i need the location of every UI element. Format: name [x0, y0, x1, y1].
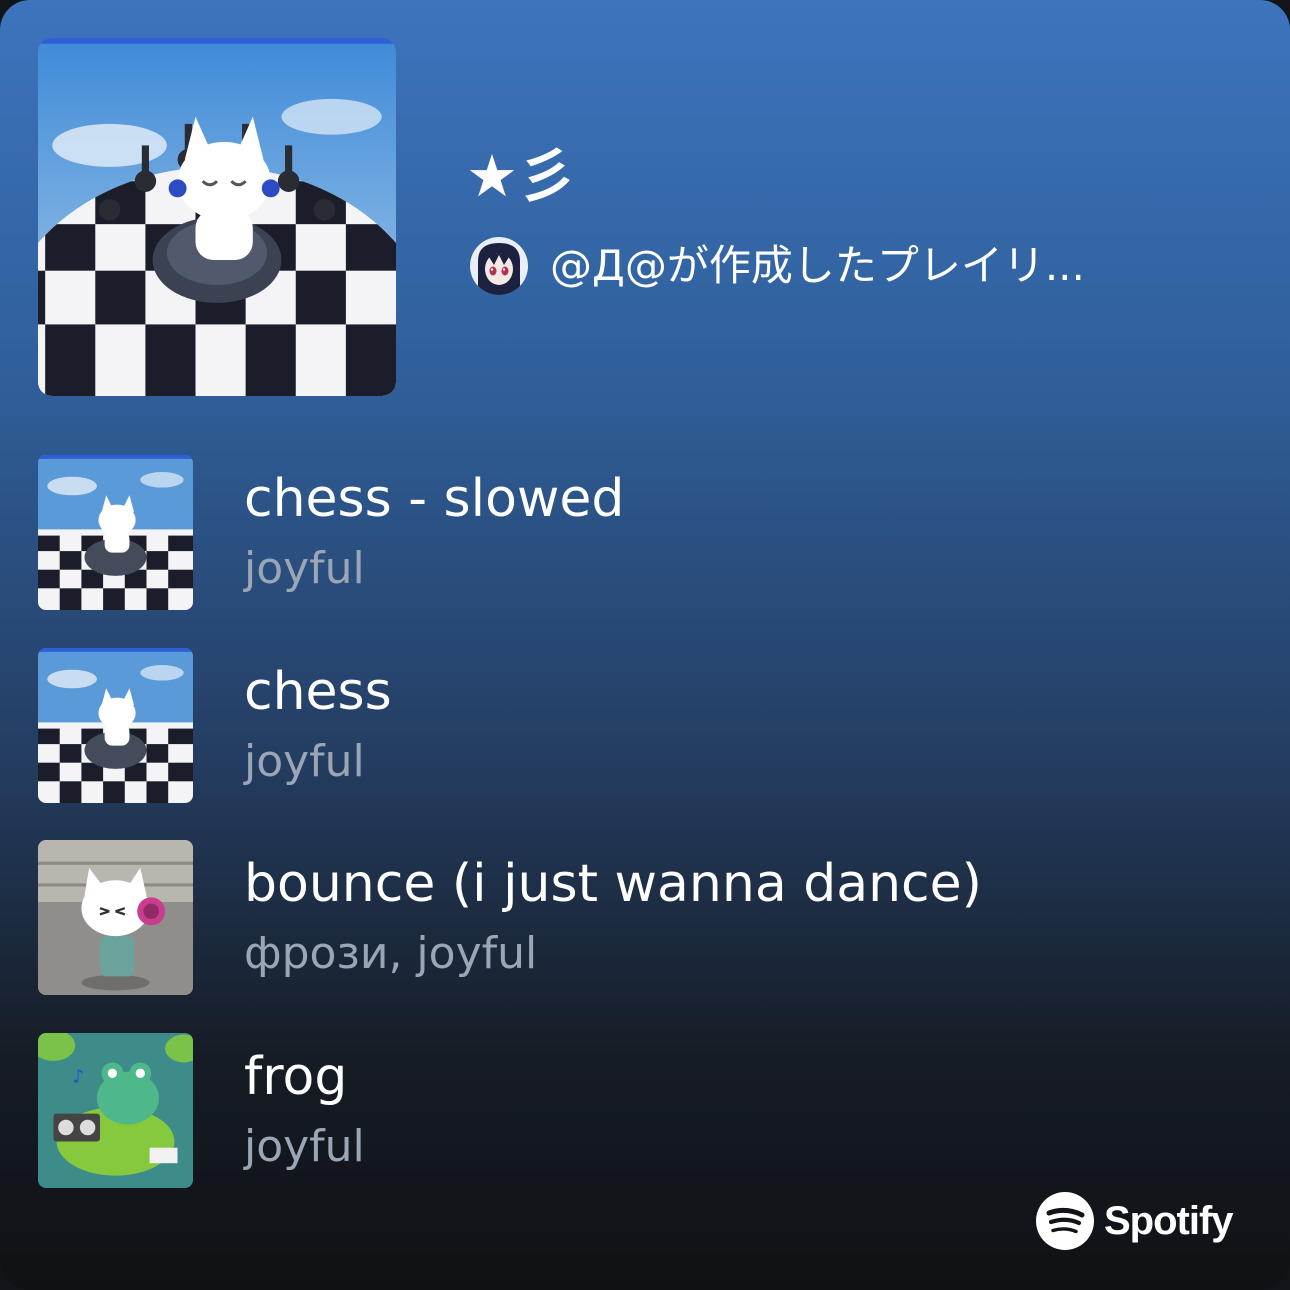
- spotify-wordmark: Spotify: [1104, 1198, 1234, 1243]
- creator-caption: @Д@が作成したプレイリ...: [550, 241, 1085, 290]
- track-title: chess: [244, 662, 392, 722]
- track-row[interactable]: bounce (i just wanna dance) фрози, joyfu…: [38, 840, 1038, 996]
- creator-row[interactable]: @Д@が作成したプレイリ...: [470, 236, 1085, 296]
- svg-text:♪: ♪: [72, 1067, 84, 1088]
- playlist-title: ★彡: [466, 142, 576, 210]
- album-art-chess: [38, 648, 193, 803]
- share-card: ★彡 @Д@が作成したプレイリ... chess - slowed joyful…: [0, 0, 1290, 1290]
- track-row[interactable]: chess joyful: [38, 648, 1038, 804]
- creator-avatar[interactable]: [470, 237, 528, 295]
- album-art-bounce: [38, 840, 193, 995]
- track-artist: joyful: [244, 543, 365, 594]
- track-artist: joyful: [244, 736, 365, 787]
- album-art-frog: ♪: [38, 1033, 193, 1188]
- spotify-brand[interactable]: Spotify: [1036, 1192, 1234, 1250]
- track-title: frog: [244, 1047, 348, 1107]
- track-title: bounce (i just wanna dance): [244, 854, 982, 914]
- track-title: chess - slowed: [244, 469, 625, 529]
- playlist-cover-image[interactable]: [38, 38, 396, 396]
- track-row[interactable]: ♪ frog joyful: [38, 1033, 1038, 1189]
- spotify-logo-icon: [1036, 1192, 1094, 1250]
- track-artist: joyful: [244, 1121, 365, 1172]
- track-artist: фрози, joyful: [244, 928, 538, 979]
- album-art-chess-slowed: [38, 455, 193, 610]
- track-row[interactable]: chess - slowed joyful: [38, 455, 1038, 611]
